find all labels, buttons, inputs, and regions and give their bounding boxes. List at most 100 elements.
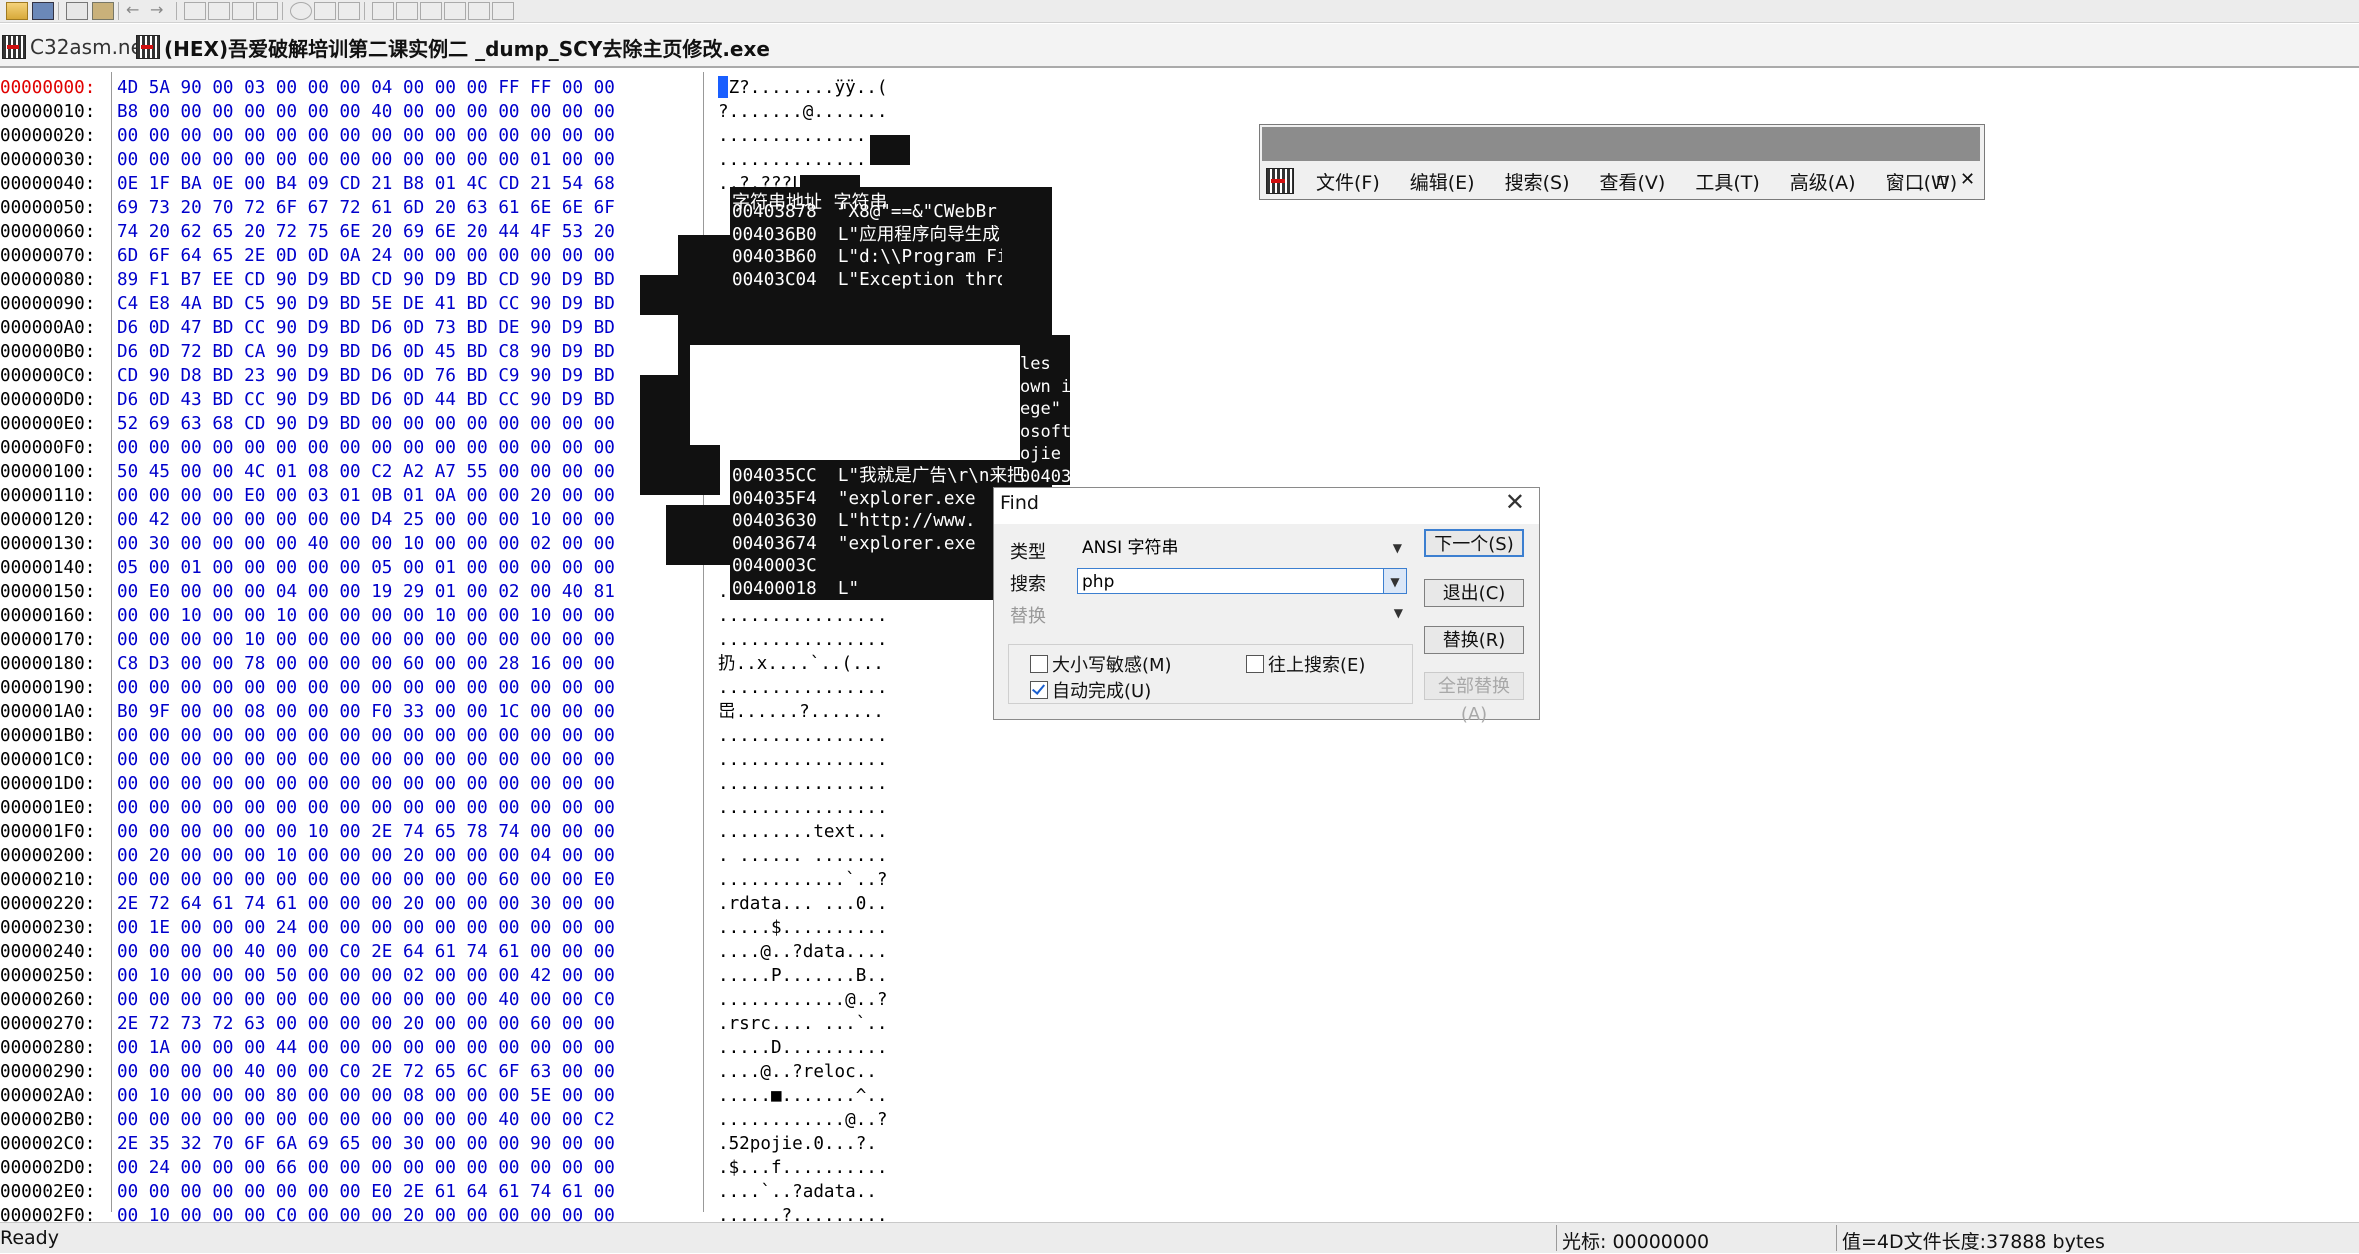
row-bytes[interactable]: 0E 1F BA 0E 00 B4 09 CD 21 B8 01 4C CD 2… <box>117 172 615 196</box>
tab-hex-file[interactable]: (HEX)吾爱破解培训第二课实例二 _dump_SCY去除主页修改.exe <box>136 32 770 62</box>
hex-row[interactable]: 000001D0: 00 00 00 00 00 00 00 00 00 00 0… <box>0 772 1000 796</box>
row-ascii[interactable]: .....P.......B.. <box>718 964 887 988</box>
autocomplete-checkbox[interactable]: 自动完成(U) <box>1030 677 1151 703</box>
row-ascii[interactable]: ............`..? <box>718 868 887 892</box>
checkbox-box[interactable] <box>1030 655 1048 673</box>
hex-row[interactable]: 00000240: 00 00 00 00 40 00 00 C0 2E 64 6… <box>0 940 1000 964</box>
row-bytes[interactable]: 00 1A 00 00 00 44 00 00 00 00 00 00 00 0… <box>117 1036 615 1060</box>
table-icon[interactable] <box>396 2 418 20</box>
dialog-titlebar[interactable]: Find ✕ <box>994 488 1539 524</box>
minimize-button[interactable]: _ <box>1914 169 1923 190</box>
restore-button[interactable]: ▫ <box>1936 169 1948 190</box>
row-bytes[interactable]: 00 30 00 00 00 00 40 00 00 10 00 00 00 0… <box>117 532 615 556</box>
row-bytes[interactable]: 00 00 00 00 00 00 00 00 E0 2E 61 64 61 7… <box>117 1180 615 1204</box>
split-icon[interactable] <box>492 2 514 20</box>
menu-advanced[interactable]: 高级(A) <box>1790 168 1856 195</box>
chevron-down-icon[interactable]: ▼ <box>1383 569 1406 593</box>
hex-row[interactable]: 00000280: 00 1A 00 00 00 44 00 00 00 00 0… <box>0 1036 1000 1060</box>
row-bytes[interactable]: D6 0D 72 BD CA 90 D9 BD D6 0D 45 BD C8 9… <box>117 340 615 364</box>
row-ascii[interactable]: MZ?........ÿÿ..( <box>718 76 887 100</box>
row-bytes[interactable]: 00 00 00 00 00 00 00 00 00 00 00 00 00 0… <box>117 676 615 700</box>
row-bytes[interactable]: 2E 72 64 61 74 61 00 00 00 20 00 00 00 3… <box>117 892 615 916</box>
row-bytes[interactable]: 00 10 00 00 00 50 00 00 00 02 00 00 00 4… <box>117 964 615 988</box>
row-bytes[interactable]: 00 00 00 00 00 00 00 00 00 00 00 00 40 0… <box>117 988 615 1012</box>
hex-row[interactable]: 00000170: 00 00 00 00 10 00 00 00 00 00 0… <box>0 628 1000 652</box>
menu-edit[interactable]: 编辑(E) <box>1410 168 1475 195</box>
panel-icon[interactable] <box>468 2 490 20</box>
menu-file[interactable]: 文件(F) <box>1316 168 1380 195</box>
hex-row[interactable]: 000001C0: 00 00 00 00 00 00 00 00 00 00 0… <box>0 748 1000 772</box>
hex-row[interactable]: 00000270: 2E 72 73 72 63 00 00 00 00 20 0… <box>0 1012 1000 1036</box>
hex-row[interactable]: 00000010: B8 00 00 00 00 00 00 00 40 00 0… <box>0 100 1000 124</box>
row-ascii[interactable]: .....■.......^.. <box>718 1084 887 1108</box>
row-bytes[interactable]: 2E 35 32 70 6F 6A 69 65 00 30 00 00 00 9… <box>117 1132 615 1156</box>
row-ascii[interactable]: ................ <box>718 748 887 772</box>
row-bytes[interactable]: 00 E0 00 00 00 04 00 00 19 29 01 00 02 0… <box>117 580 615 604</box>
row-ascii[interactable]: ....@..?reloc.. <box>718 1060 877 1084</box>
row-bytes[interactable]: 00 24 00 00 00 66 00 00 00 00 00 00 00 0… <box>117 1156 615 1180</box>
search-up-checkbox[interactable]: 往上搜索(E) <box>1246 651 1365 677</box>
checkbox-box[interactable] <box>1246 655 1264 673</box>
row-bytes[interactable]: D6 0D 43 BD CC 90 D9 BD D6 0D 44 BD CC 9… <box>117 388 615 412</box>
refresh-icon[interactable] <box>444 2 466 20</box>
row-bytes[interactable]: 00 00 00 00 40 00 00 C0 2E 72 65 6C 6F 6… <box>117 1060 615 1084</box>
checkbox-box[interactable] <box>1030 681 1048 699</box>
row-ascii[interactable]: ................ <box>718 628 887 652</box>
menu-view[interactable]: 查看(V) <box>1600 168 1666 195</box>
row-bytes[interactable]: 00 00 00 00 00 00 00 00 00 00 00 00 00 0… <box>117 724 615 748</box>
hex-row[interactable]: 00000260: 00 00 00 00 00 00 00 00 00 00 0… <box>0 988 1000 1012</box>
row-bytes[interactable]: 6D 6F 64 65 2E 0D 0D 0A 24 00 00 00 00 0… <box>117 244 615 268</box>
tab-c32asm[interactable]: C32asm.net <box>2 32 151 62</box>
row-bytes[interactable]: 00 00 00 00 E0 00 03 01 0B 01 0A 00 00 2… <box>117 484 615 508</box>
row-bytes[interactable]: 69 73 20 70 72 6F 67 72 61 6D 20 63 61 6… <box>117 196 615 220</box>
hex-row[interactable]: 000001E0: 00 00 00 00 00 00 00 00 00 00 0… <box>0 796 1000 820</box>
row-ascii[interactable]: ....@..?data.... <box>718 940 887 964</box>
find-icon[interactable] <box>232 2 254 20</box>
row-bytes[interactable]: 4D 5A 90 00 03 00 00 00 04 00 00 00 FF F… <box>117 76 615 100</box>
row-bytes[interactable]: 00 00 00 00 00 00 00 00 00 00 00 00 00 0… <box>117 124 615 148</box>
row-bytes[interactable]: 00 00 00 00 00 00 00 00 00 00 00 00 60 0… <box>117 868 615 892</box>
row-bytes[interactable]: 00 00 00 00 40 00 00 C0 2E 64 61 74 61 0… <box>117 940 615 964</box>
hex-row[interactable]: 00000220: 2E 72 64 61 74 61 00 00 00 20 0… <box>0 892 1000 916</box>
close-icon[interactable]: ✕ <box>1505 488 1525 516</box>
hex-row[interactable]: 00000180: C8 D3 00 00 78 00 00 00 00 60 0… <box>0 652 1000 676</box>
row-ascii[interactable]: ....`..?adata.. <box>718 1180 877 1204</box>
row-ascii[interactable]: 扔..x....`..(... <box>718 652 884 676</box>
list-icon[interactable] <box>314 2 336 20</box>
row-bytes[interactable]: 05 00 01 00 00 00 00 00 05 00 01 00 00 0… <box>117 556 615 580</box>
replace-icon[interactable] <box>256 2 278 20</box>
redo-icon[interactable]: → <box>150 2 170 18</box>
row-ascii[interactable]: ................ <box>718 676 887 700</box>
row-bytes[interactable]: 2E 72 73 72 63 00 00 00 00 20 00 00 00 6… <box>117 1012 615 1036</box>
row-bytes[interactable]: 00 00 00 00 00 00 10 00 2E 74 65 78 74 0… <box>117 820 615 844</box>
row-bytes[interactable]: 00 20 00 00 00 10 00 00 00 20 00 00 00 0… <box>117 844 615 868</box>
row-ascii[interactable]: .rsrc.... ...`.. <box>718 1012 887 1036</box>
row-bytes[interactable]: D6 0D 47 BD CC 90 D9 BD D6 0D 73 BD DE 9… <box>117 316 615 340</box>
row-ascii[interactable]: .....D.......... <box>718 1036 887 1060</box>
hex-row[interactable]: 00000200: 00 20 00 00 00 10 00 00 00 20 0… <box>0 844 1000 868</box>
hex-row[interactable]: 000002A0: 00 10 00 00 00 80 00 00 00 08 0… <box>0 1084 1000 1108</box>
window-icon[interactable] <box>420 2 442 20</box>
type-select[interactable]: ANSI 字符串 ▼ <box>1077 534 1407 560</box>
hex-row[interactable]: 00000250: 00 10 00 00 00 50 00 00 00 02 0… <box>0 964 1000 988</box>
row-bytes[interactable]: 89 F1 B7 EE CD 90 D9 BD CD 90 D9 BD CD 9… <box>117 268 615 292</box>
row-ascii[interactable]: .rdata... ...0.. <box>718 892 887 916</box>
row-bytes[interactable]: 00 1E 00 00 00 24 00 00 00 00 00 00 00 0… <box>117 916 615 940</box>
row-bytes[interactable]: CD 90 D8 BD 23 90 D9 BD D6 0D 76 BD C9 9… <box>117 364 615 388</box>
row-bytes[interactable]: 00 00 00 00 00 00 00 00 00 00 00 00 00 0… <box>117 796 615 820</box>
undo-icon[interactable]: ← <box>126 2 146 18</box>
replace-button[interactable]: 替换(R) <box>1424 626 1524 654</box>
hex-row[interactable]: 000001A0: B0 9F 00 00 08 00 00 00 F0 33 0… <box>0 700 1000 724</box>
row-bytes[interactable]: 00 00 10 00 00 10 00 00 00 00 10 00 00 1… <box>117 604 615 628</box>
search-input[interactable]: php ▼ <box>1077 568 1407 594</box>
row-ascii[interactable]: ............@..? <box>718 988 887 1012</box>
row-bytes[interactable]: 50 45 00 00 4C 01 08 00 C2 A2 A7 55 00 0… <box>117 460 615 484</box>
hex-row[interactable]: 000002D0: 00 24 00 00 00 66 00 00 00 00 0… <box>0 1156 1000 1180</box>
hex-row[interactable]: 000001F0: 00 00 00 00 00 00 10 00 2E 74 6… <box>0 820 1000 844</box>
row-bytes[interactable]: C8 D3 00 00 78 00 00 00 00 60 00 00 28 1… <box>117 652 615 676</box>
row-bytes[interactable]: 52 69 63 68 CD 90 D9 BD 00 00 00 00 00 0… <box>117 412 615 436</box>
row-ascii[interactable]: ................ <box>718 796 887 820</box>
row-bytes[interactable]: 00 00 00 00 00 00 00 00 00 00 00 00 00 0… <box>117 748 615 772</box>
row-bytes[interactable]: 74 20 62 65 20 72 75 6E 20 69 6E 20 44 4… <box>117 220 615 244</box>
row-ascii[interactable]: 岊......?....... <box>718 700 884 724</box>
